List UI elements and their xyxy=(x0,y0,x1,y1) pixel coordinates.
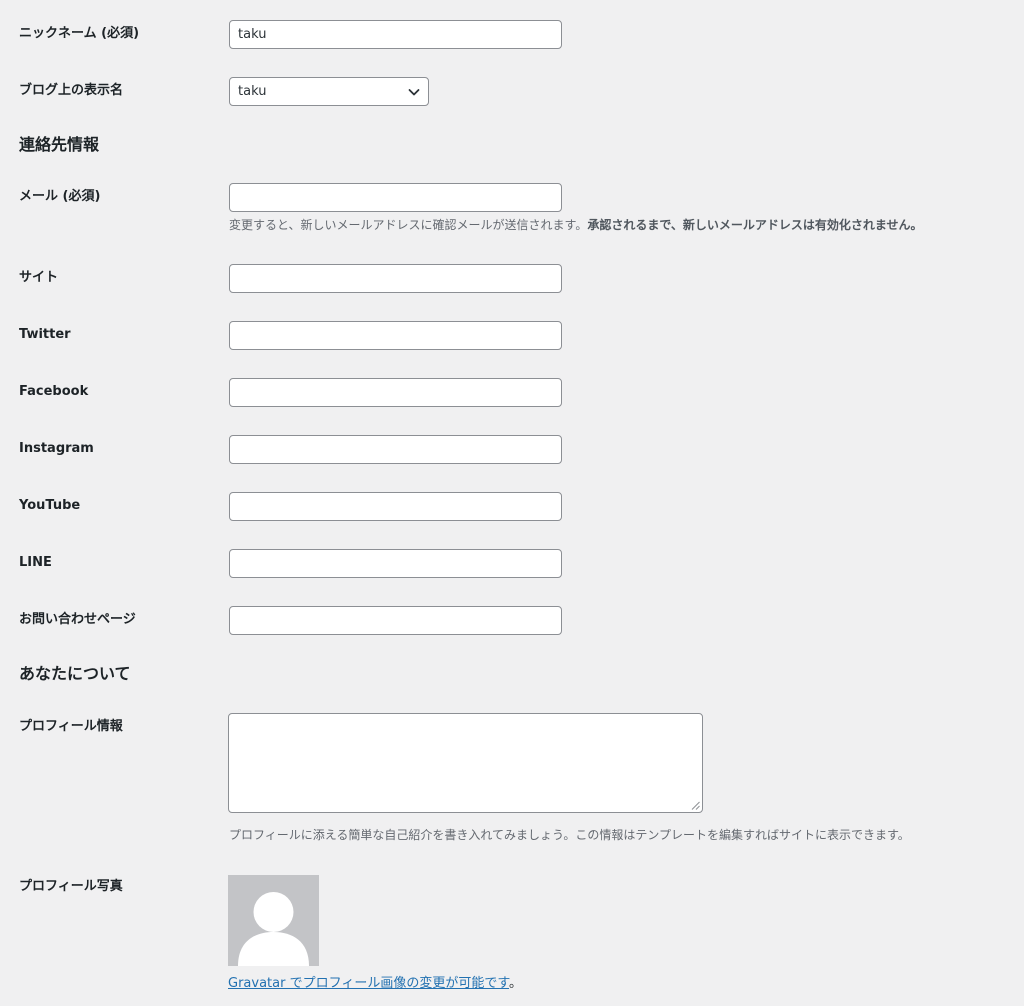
gravatar-note: Gravatar でプロフィール画像の変更が可能です。 xyxy=(228,976,522,992)
display-name-selected-value: taku xyxy=(238,84,267,99)
profile-picture-label: プロフィール写真 xyxy=(19,879,123,894)
email-description-emphasis: 承認されるまで、新しいメールアドレスは有効化されません。 xyxy=(587,218,923,232)
nickname-label: ニックネーム (必須) xyxy=(19,26,140,41)
bio-textarea[interactable] xyxy=(228,713,703,813)
site-input[interactable] xyxy=(229,264,562,293)
line-label: LINE xyxy=(19,555,52,570)
youtube-input[interactable] xyxy=(229,492,562,521)
default-avatar-icon xyxy=(238,892,309,966)
facebook-label: Facebook xyxy=(19,384,89,399)
resize-handle-icon[interactable] xyxy=(691,801,700,810)
avatar xyxy=(228,875,319,966)
bio-label: プロフィール情報 xyxy=(19,719,123,734)
twitter-input[interactable] xyxy=(229,321,562,350)
about-heading: あなたについて xyxy=(19,664,131,683)
email-description: 変更すると、新しいメールアドレスに確認メールが送信されます。承認されるまで、新し… xyxy=(229,217,923,233)
display-name-label: ブログ上の表示名 xyxy=(19,83,124,98)
display-name-select[interactable]: taku xyxy=(229,77,429,106)
site-label: サイト xyxy=(19,270,59,285)
nickname-input[interactable] xyxy=(229,20,562,49)
gravatar-link[interactable]: Gravatar でプロフィール画像の変更が可能です xyxy=(228,976,509,991)
bio-description: プロフィールに添える簡単な自己紹介を書き入れてみましょう。この情報はテンプレート… xyxy=(229,828,910,842)
instagram-label: Instagram xyxy=(19,441,94,456)
email-input[interactable] xyxy=(229,183,562,212)
gravatar-note-suffix: 。 xyxy=(509,976,523,991)
email-description-text: 変更すると、新しいメールアドレスに確認メールが送信されます。 xyxy=(229,218,588,232)
chevron-down-icon xyxy=(408,89,420,96)
email-label: メール (必須) xyxy=(19,189,101,204)
instagram-input[interactable] xyxy=(229,435,562,464)
facebook-input[interactable] xyxy=(229,378,562,407)
contact-info-heading: 連絡先情報 xyxy=(19,135,100,154)
line-input[interactable] xyxy=(229,549,562,578)
contact-page-label: お問い合わせページ xyxy=(19,612,136,627)
contact-page-input[interactable] xyxy=(229,606,562,635)
twitter-label: Twitter xyxy=(19,327,71,342)
youtube-label: YouTube xyxy=(19,498,81,513)
